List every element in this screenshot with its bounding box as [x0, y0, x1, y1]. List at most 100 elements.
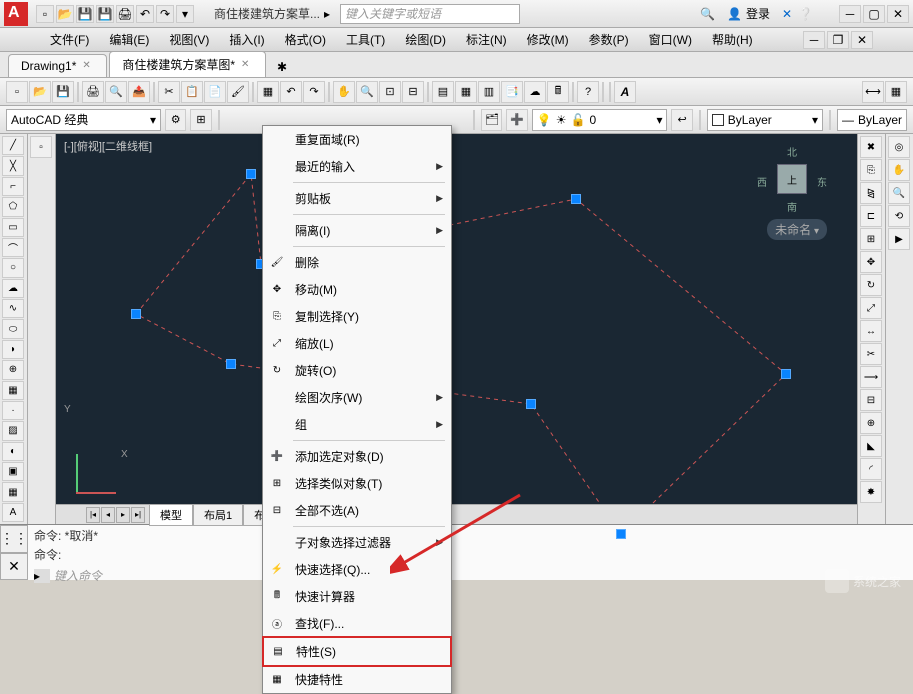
- qat-more-icon[interactable]: ▾: [176, 5, 194, 23]
- matchprop-icon[interactable]: 🖌: [227, 81, 249, 103]
- xline-icon[interactable]: ╳: [2, 156, 24, 175]
- point-icon[interactable]: ·: [2, 401, 24, 420]
- ctx-copy[interactable]: ⎘复制选择(Y): [263, 303, 451, 330]
- sheetset-icon[interactable]: 📑: [501, 81, 523, 103]
- block-icon[interactable]: ▦: [2, 381, 24, 400]
- menu-help[interactable]: 帮助(H): [702, 27, 763, 52]
- grip-point[interactable]: [131, 309, 141, 319]
- navwheel-icon[interactable]: ◎: [888, 136, 910, 158]
- minimize-button[interactable]: ─: [839, 5, 861, 23]
- mirror-icon[interactable]: ⧎: [860, 182, 882, 204]
- menu-window[interactable]: 窗口(W): [639, 27, 702, 52]
- menu-edit[interactable]: 编辑(E): [99, 27, 159, 52]
- search-input[interactable]: 键入关键字或短语: [340, 4, 520, 24]
- ctx-deselectall[interactable]: ⊟全部不选(A): [263, 497, 451, 524]
- ctx-isolate[interactable]: 隔离(I)▶: [263, 217, 451, 244]
- fillet-icon[interactable]: ◜: [860, 458, 882, 480]
- gear-icon[interactable]: ⚙: [165, 109, 186, 131]
- search-icon[interactable]: 🔍: [700, 7, 715, 21]
- print-icon[interactable]: 🖨: [116, 5, 134, 23]
- close-icon[interactable]: ✕: [241, 59, 253, 71]
- copy-icon[interactable]: ⎘: [860, 159, 882, 181]
- rotate-icon[interactable]: ↻: [860, 274, 882, 296]
- layout-prev-icon[interactable]: ◂: [101, 507, 115, 523]
- layer-combo[interactable]: 💡 ☀ 🔓 0 ▾: [532, 109, 668, 131]
- doc-tab-drawing1[interactable]: Drawing1* ✕: [8, 54, 107, 77]
- zoomprev-icon[interactable]: ⊟: [402, 81, 424, 103]
- command-input[interactable]: 键入命令: [54, 567, 907, 584]
- workspace2-icon[interactable]: ⊞: [190, 109, 211, 131]
- polyline-icon[interactable]: ⌐: [2, 177, 24, 196]
- table-icon[interactable]: ▦: [2, 482, 24, 501]
- color-combo[interactable]: ByLayer ▾: [707, 109, 823, 131]
- layout-tab-1[interactable]: 布局1: [193, 504, 243, 526]
- viewcube-top[interactable]: 上: [777, 164, 807, 194]
- grip-point[interactable]: [781, 369, 791, 379]
- trim-icon[interactable]: ✂: [860, 343, 882, 365]
- menu-format[interactable]: 格式(O): [275, 27, 336, 52]
- ctx-quickcalc[interactable]: 🖩快速计算器: [263, 583, 451, 610]
- layout-tab-model[interactable]: 模型: [149, 504, 193, 526]
- layer-new-icon[interactable]: ➕: [506, 109, 527, 131]
- ctx-quickprops[interactable]: ▦快捷特性: [263, 666, 451, 693]
- copy-icon[interactable]: 📋: [181, 81, 203, 103]
- close-icon[interactable]: ✕: [82, 60, 94, 72]
- dim-icon[interactable]: ⟷: [862, 81, 884, 103]
- menu-dimension[interactable]: 标注(N): [456, 27, 517, 52]
- ellipsearc-icon[interactable]: ◗: [2, 340, 24, 359]
- mtext-icon[interactable]: A: [2, 503, 24, 522]
- calc-icon[interactable]: 🖩: [547, 81, 569, 103]
- app-logo[interactable]: [4, 2, 28, 26]
- ctx-erase[interactable]: 🖌删除: [263, 249, 451, 276]
- cut-icon[interactable]: ✂: [158, 81, 180, 103]
- tool-icon[interactable]: ▫: [30, 136, 52, 158]
- zoomwin-icon[interactable]: ⊡: [379, 81, 401, 103]
- grip-point[interactable]: [526, 399, 536, 409]
- ucs-icon[interactable]: Y X: [76, 454, 116, 494]
- doc-close-button[interactable]: ✕: [851, 31, 873, 49]
- save-icon[interactable]: 💾: [52, 81, 74, 103]
- menu-params[interactable]: 参数(P): [579, 27, 639, 52]
- add-tab-button[interactable]: ✱: [272, 57, 292, 77]
- designcenter-icon[interactable]: ▦: [455, 81, 477, 103]
- close-button[interactable]: ✕: [887, 5, 909, 23]
- save-icon[interactable]: 💾: [76, 5, 94, 23]
- print-icon[interactable]: 🖨: [82, 81, 104, 103]
- view-name-badge[interactable]: 未命名 ▾: [767, 219, 827, 240]
- saveas-icon[interactable]: 💾: [96, 5, 114, 23]
- workspace-combo[interactable]: AutoCAD 经典 ▾: [6, 109, 161, 131]
- doc-restore-button[interactable]: ❐: [827, 31, 849, 49]
- linetype-combo[interactable]: — ByLayer: [837, 109, 907, 131]
- menu-modify[interactable]: 修改(M): [517, 27, 579, 52]
- move-icon[interactable]: ✥: [860, 251, 882, 273]
- redo-icon[interactable]: ↷: [303, 81, 325, 103]
- ctx-quickselect[interactable]: ⚡快速选择(Q)...: [263, 556, 451, 583]
- publish-icon[interactable]: 📤: [128, 81, 150, 103]
- stretch-icon[interactable]: ↔: [860, 320, 882, 342]
- chamfer-icon[interactable]: ◣: [860, 435, 882, 457]
- ctx-selectsimilar[interactable]: ⊞选择类似对象(T): [263, 470, 451, 497]
- ctx-move[interactable]: ✥移动(M): [263, 276, 451, 303]
- properties-icon[interactable]: ▤: [432, 81, 454, 103]
- showmotion-icon[interactable]: ▶: [888, 228, 910, 250]
- chevron-right-icon[interactable]: ▸: [34, 569, 50, 583]
- circle-icon[interactable]: ○: [2, 258, 24, 277]
- login-button[interactable]: 👤 登录: [721, 3, 776, 24]
- layerprev-icon[interactable]: ↩: [671, 109, 692, 131]
- gradient-icon[interactable]: ◐: [2, 442, 24, 461]
- ctx-addselected[interactable]: ➕添加选定对象(D): [263, 443, 451, 470]
- ctx-repeat[interactable]: 重复面域(R): [263, 126, 451, 153]
- grip-point[interactable]: [226, 359, 236, 369]
- rectangle-icon[interactable]: ▭: [2, 218, 24, 237]
- region-icon[interactable]: ▣: [2, 462, 24, 481]
- extend-icon[interactable]: ⟶: [860, 366, 882, 388]
- cmd-handle-icon[interactable]: ⋮⋮: [0, 525, 28, 553]
- cmd-close-icon[interactable]: ✕: [0, 553, 28, 581]
- menu-draw[interactable]: 绘图(D): [395, 27, 456, 52]
- ctx-find[interactable]: ⓐ查找(F)...: [263, 610, 451, 637]
- ctx-properties[interactable]: ▤特性(S): [262, 636, 452, 667]
- insert-icon[interactable]: ⊕: [2, 360, 24, 379]
- pan-icon[interactable]: ✋: [888, 159, 910, 181]
- blockeditor-icon[interactable]: ▦: [257, 81, 279, 103]
- undo-icon[interactable]: ↶: [136, 5, 154, 23]
